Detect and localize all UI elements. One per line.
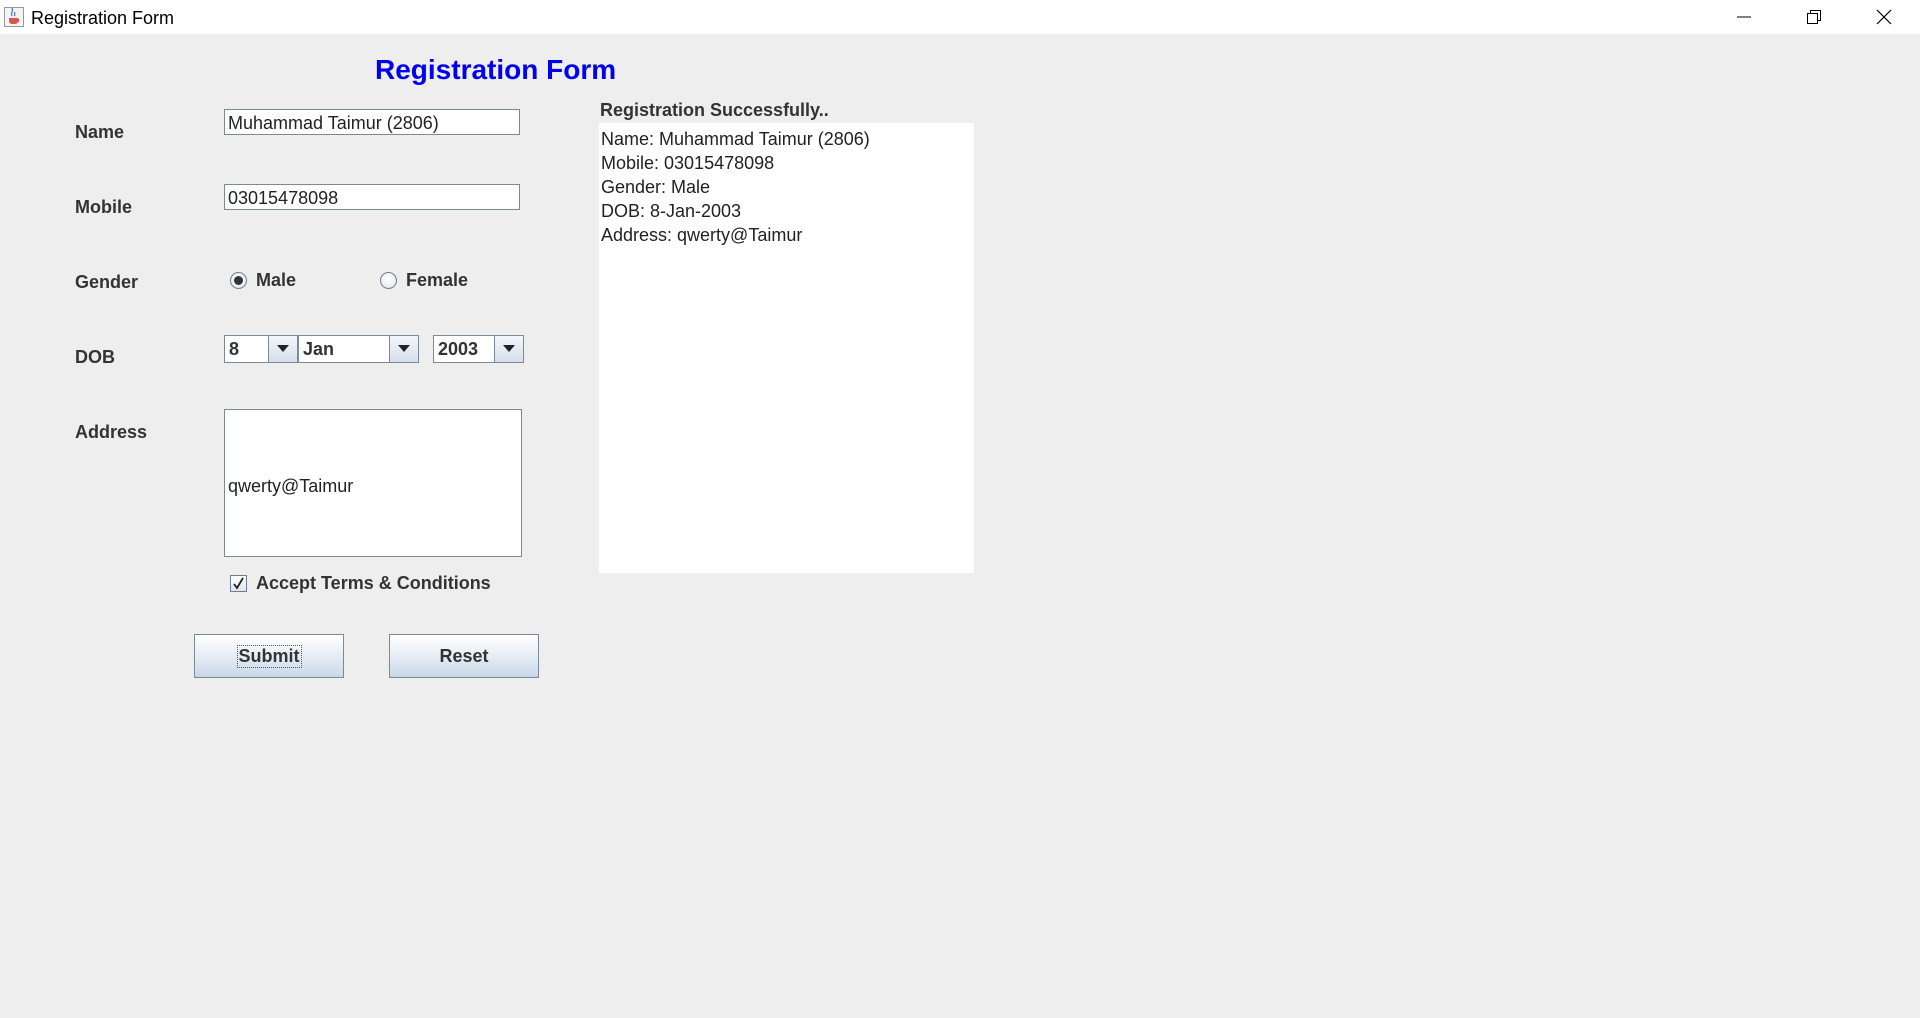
close-icon: [1876, 9, 1892, 25]
minimize-icon: [1737, 16, 1751, 18]
gender-label: Gender: [75, 272, 139, 292]
chevron-down-icon[interactable]: [494, 336, 523, 362]
address-label: Address: [75, 422, 148, 442]
radio-selected-icon: [230, 272, 247, 289]
dob-year-select[interactable]: 2003: [433, 335, 524, 363]
dob-label: DOB: [75, 347, 115, 367]
chevron-down-icon[interactable]: [389, 336, 418, 362]
result-line: DOB: 8-Jan-2003: [601, 201, 742, 221]
reset-button[interactable]: Reset: [389, 634, 539, 678]
result-line: Mobile: 03015478098: [601, 153, 775, 173]
gender-female-label: Female: [406, 270, 469, 290]
result-line: Gender: Male: [601, 177, 711, 197]
app-window: Registration Form Registration Form Name…: [0, 0, 1920, 1018]
java-cup-icon: [4, 7, 24, 27]
dob-day-value: 8: [229, 339, 240, 359]
name-field[interactable]: Muhammad Taimur (2806): [224, 109, 520, 135]
title-bar: Registration Form: [0, 0, 1920, 34]
gender-radio-female[interactable]: Female: [380, 270, 468, 291]
submit-button[interactable]: Submit: [194, 634, 344, 678]
window-title: Registration Form: [31, 8, 175, 28]
mobile-label: Mobile: [75, 197, 132, 217]
reset-button-label: Reset: [439, 645, 489, 666]
dob-month-value: Jan: [303, 339, 335, 359]
gender-radio-male[interactable]: Male: [230, 270, 296, 291]
gender-male-label: Male: [256, 270, 297, 290]
result-heading: Registration Successfully..: [600, 100, 829, 120]
result-text-area[interactable]: Name: Muhammad Taimur (2806) Mobile: 030…: [599, 123, 974, 573]
chevron-down-icon[interactable]: [268, 336, 297, 362]
result-line: Name: Muhammad Taimur (2806): [601, 129, 870, 149]
dob-day-select[interactable]: 8: [224, 335, 298, 363]
restore-button[interactable]: [1779, 0, 1849, 34]
name-label: Name: [75, 122, 125, 142]
checkmark-icon: [230, 575, 247, 592]
terms-label: Accept Terms & Conditions: [256, 573, 491, 593]
restore-icon: [1807, 10, 1821, 24]
minimize-button[interactable]: [1709, 0, 1779, 34]
close-button[interactable]: [1849, 0, 1919, 34]
result-line: Address: qwerty@Taimur: [601, 225, 803, 245]
dob-year-value: 2003: [438, 339, 479, 359]
form-heading: Registration Form: [375, 54, 617, 85]
address-text: qwerty@Taimur: [228, 476, 354, 496]
submit-button-label: Submit: [236, 644, 302, 668]
terms-checkbox[interactable]: Accept Terms & Conditions: [230, 573, 491, 594]
address-textarea[interactable]: qwerty@Taimur: [224, 409, 522, 557]
mobile-field[interactable]: 03015478098: [224, 184, 520, 210]
dob-month-select[interactable]: Jan: [298, 335, 419, 363]
radio-unselected-icon: [380, 272, 397, 289]
